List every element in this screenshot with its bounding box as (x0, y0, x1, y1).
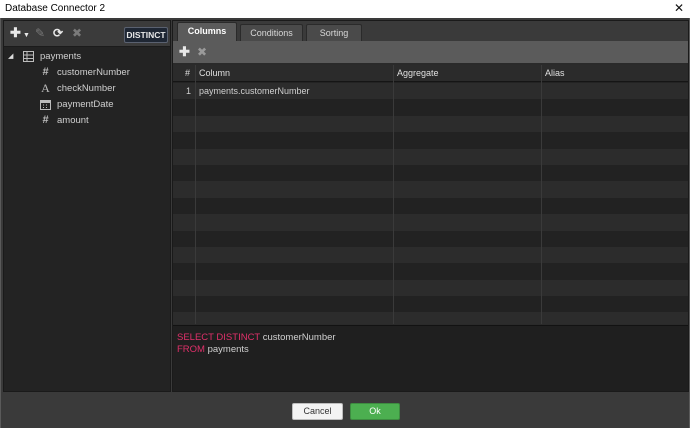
tree-item-label: checkNumber (57, 83, 116, 94)
sql-line: FROM payments (177, 344, 684, 356)
tree-item-field[interactable]: paymentDate (4, 97, 170, 113)
button-bar: Cancel Ok (1, 394, 689, 428)
hash-icon: # (42, 66, 49, 78)
schema-tree: ◢ payments # customerNumber A checkNumbe… (4, 49, 170, 129)
sql-preview: SELECT DISTINCT customerNumber FROM paym… (173, 325, 688, 391)
distinct-button[interactable]: DISTINCT (124, 27, 168, 43)
tree-item-payments[interactable]: ◢ payments (4, 49, 170, 65)
refresh-icon[interactable]: ⟳ (53, 26, 63, 40)
empty-row (173, 197, 688, 215)
header-index: # (185, 68, 191, 78)
plus-icon[interactable]: ✚ (10, 26, 21, 40)
sql-keyword: FROM (177, 344, 205, 355)
query-panel: Columns Conditions Sorting ✚ ✖ # Column … (172, 20, 689, 392)
hash-icon: # (42, 114, 49, 126)
pencil-icon[interactable]: ✎ (35, 26, 45, 40)
schema-panel: ✚ ▼ ✎ ⟳ ✖ DISTINCT ◢ payments # customer… (3, 20, 171, 392)
header-column: Column (199, 68, 231, 78)
title-bar: Database Connector 2 ✕ (0, 0, 690, 18)
tree-item-field[interactable]: A checkNumber (4, 81, 170, 97)
tab-columns[interactable]: Columns (177, 22, 237, 41)
header-alias: Alias (545, 68, 565, 78)
schema-toolbar: ✚ ▼ ✎ ⟳ ✖ DISTINCT (4, 21, 170, 47)
sql-text: payments (204, 344, 249, 355)
tree-item-field[interactable]: # amount (4, 113, 170, 129)
table-icon (23, 51, 34, 62)
columns-toolbar: ✚ ✖ (173, 41, 688, 63)
empty-row (173, 230, 688, 247)
tree-item-label: amount (57, 115, 89, 126)
header-aggregate: Aggregate (397, 68, 439, 78)
tab-sorting[interactable]: Sorting (306, 24, 362, 41)
collapse-triangle-icon[interactable]: ◢ (8, 49, 13, 65)
grid-divider (393, 65, 394, 324)
empty-row (173, 296, 688, 313)
grid-divider (195, 65, 196, 324)
row-index: 1 (186, 86, 192, 96)
sql-text: customerNumber (260, 332, 336, 343)
ok-button[interactable]: Ok (350, 403, 400, 420)
dialog-frame: ✚ ▼ ✎ ⟳ ✖ DISTINCT ◢ payments # customer… (0, 18, 690, 428)
empty-row (173, 148, 688, 165)
empty-row (173, 99, 688, 116)
grid-divider (541, 65, 542, 324)
close-icon[interactable]: ✖ (72, 26, 82, 40)
empty-row (173, 132, 688, 149)
tree-item-label: customerNumber (57, 67, 130, 78)
empty-row (173, 115, 688, 133)
grid-header: # Column Aggregate Alias (173, 65, 688, 82)
row-column[interactable]: payments.customerNumber (199, 83, 310, 99)
sql-keyword: SELECT DISTINCT (177, 332, 261, 343)
close-icon[interactable]: ✕ (674, 1, 684, 15)
empty-row (173, 279, 688, 297)
empty-row (173, 214, 688, 231)
empty-row (173, 164, 688, 182)
empty-row (173, 312, 688, 324)
empty-row (173, 181, 688, 198)
tree-item-label: paymentDate (57, 99, 114, 110)
tab-bar: Columns Conditions Sorting (173, 21, 688, 41)
remove-column-icon[interactable]: ✖ (197, 45, 207, 59)
calendar-icon (40, 99, 51, 110)
columns-grid: # Column Aggregate Alias 1 payments.cust… (173, 65, 688, 324)
tree-item-field[interactable]: # customerNumber (4, 65, 170, 81)
cancel-button[interactable]: Cancel (292, 403, 343, 420)
empty-row (173, 246, 688, 264)
sql-line: SELECT DISTINCT customerNumber (177, 332, 684, 344)
table-row[interactable]: 1 payments.customerNumber (173, 83, 688, 100)
grid-rows: 1 payments.customerNumber (173, 83, 688, 324)
empty-row (173, 263, 688, 280)
tab-conditions[interactable]: Conditions (240, 24, 303, 41)
text-icon: A (41, 81, 50, 95)
add-column-icon[interactable]: ✚ (179, 45, 190, 59)
tree-item-label: payments (40, 51, 82, 62)
window-title: Database Connector 2 (5, 3, 106, 14)
chevron-down-icon[interactable]: ▼ (23, 29, 30, 43)
